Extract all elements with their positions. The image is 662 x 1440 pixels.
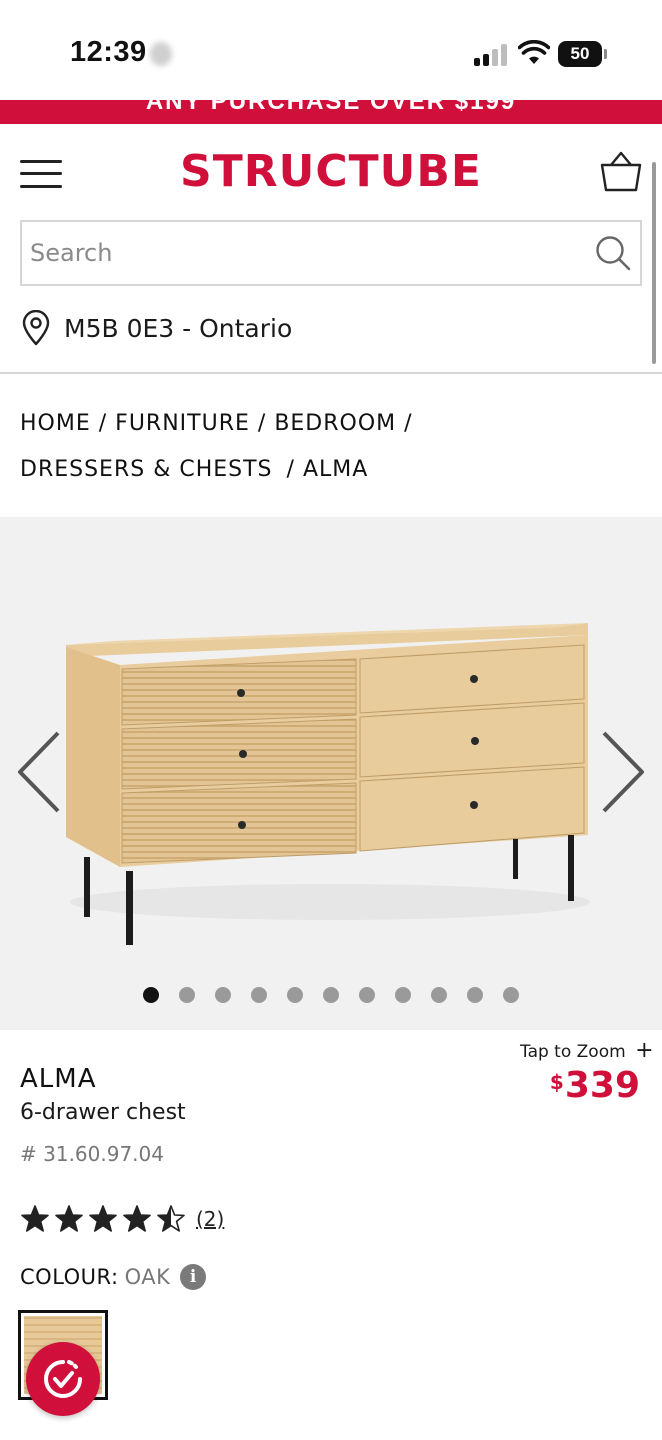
product-sku: # 31.60.97.04 [20, 1142, 164, 1166]
colour-label: COLOUR: [20, 1265, 119, 1289]
search-input[interactable] [22, 222, 582, 284]
product-subtitle: 6-drawer chest [20, 1100, 186, 1125]
review-count-link[interactable]: (2) [196, 1207, 224, 1231]
gallery-dot[interactable] [251, 987, 267, 1003]
product-gallery[interactable] [0, 517, 662, 1030]
previous-image-button[interactable] [14, 729, 64, 815]
breadcrumb: HOME / FURNITURE / BEDROOM / DRESSERS & … [20, 400, 640, 492]
colour-selector-label: COLOUR: OAK i [20, 1264, 207, 1290]
scrollbar[interactable] [652, 162, 656, 364]
tap-to-zoom[interactable]: Tap to Zoom + [520, 1038, 654, 1063]
star-filled-icon [55, 1205, 83, 1232]
breadcrumb-separator: / [286, 456, 295, 482]
breadcrumb-furniture[interactable]: FURNITURE [115, 411, 250, 436]
product-name: ALMA [20, 1064, 97, 1094]
status-bar: 12:39 50 [0, 0, 662, 100]
next-image-button[interactable] [598, 729, 648, 815]
gallery-dot[interactable] [431, 987, 447, 1003]
zoom-label: Tap to Zoom [520, 1042, 626, 1062]
gallery-dot[interactable] [179, 987, 195, 1003]
gallery-dot[interactable] [287, 987, 303, 1003]
cellular-signal-icon [474, 44, 508, 66]
search-box [20, 220, 642, 286]
zoom-plus-icon: + [635, 1038, 654, 1063]
promo-banner[interactable]: ANY PURCHASE OVER $199 [0, 100, 662, 124]
shopping-bag-icon [600, 151, 642, 192]
location-pin-icon [22, 310, 50, 346]
breadcrumb-separator: / [404, 410, 413, 436]
price-value: 339 [564, 1065, 640, 1106]
star-half-icon [157, 1205, 185, 1232]
breadcrumb-dressers-chests[interactable]: DRESSERS & CHESTS [20, 457, 273, 482]
price-currency: $ [549, 1070, 564, 1094]
cart-button[interactable] [598, 150, 644, 194]
gallery-dot[interactable] [359, 987, 375, 1003]
breadcrumb-home[interactable]: HOME [20, 411, 91, 436]
breadcrumb-separator: / [98, 410, 108, 436]
rating-stars [20, 1204, 186, 1234]
colour-value: OAK [124, 1265, 171, 1289]
info-icon[interactable]: i [180, 1264, 207, 1290]
location-selector[interactable]: M5B 0E3 - Ontario [20, 308, 292, 348]
gallery-dot[interactable] [503, 987, 519, 1003]
gallery-dot[interactable] [323, 987, 339, 1003]
search-icon[interactable] [594, 234, 632, 272]
gallery-dot[interactable] [143, 987, 159, 1003]
product-image[interactable] [0, 517, 662, 1030]
header-divider [0, 372, 662, 374]
star-filled-icon [21, 1205, 49, 1232]
wifi-icon [518, 40, 550, 64]
gallery-dot[interactable] [395, 987, 411, 1003]
product-price: $ 339 [550, 1066, 640, 1106]
breadcrumb-bedroom[interactable]: BEDROOM [274, 411, 396, 436]
status-indicator [150, 42, 172, 66]
gallery-pagination [0, 987, 662, 1003]
location-text: M5B 0E3 - Ontario [64, 313, 293, 343]
site-logo[interactable]: STRUCTUBE [0, 146, 662, 197]
star-filled-icon [123, 1205, 151, 1232]
accessibility-check-icon [44, 1360, 82, 1398]
site-header: STRUCTUBE M5B 0E3 - Ontario [0, 124, 662, 372]
gallery-dot[interactable] [467, 987, 483, 1003]
battery-icon: 50 [558, 41, 607, 67]
star-filled-icon [89, 1205, 117, 1232]
status-time: 12:39 [70, 36, 147, 68]
gallery-dot[interactable] [215, 987, 231, 1003]
product-rating[interactable]: (2) [20, 1204, 224, 1234]
breadcrumb-separator: / [257, 410, 267, 436]
promo-text: ANY PURCHASE OVER $199 [145, 100, 517, 115]
accessibility-badge[interactable] [26, 1342, 100, 1416]
breadcrumb-alma: ALMA [302, 456, 369, 482]
